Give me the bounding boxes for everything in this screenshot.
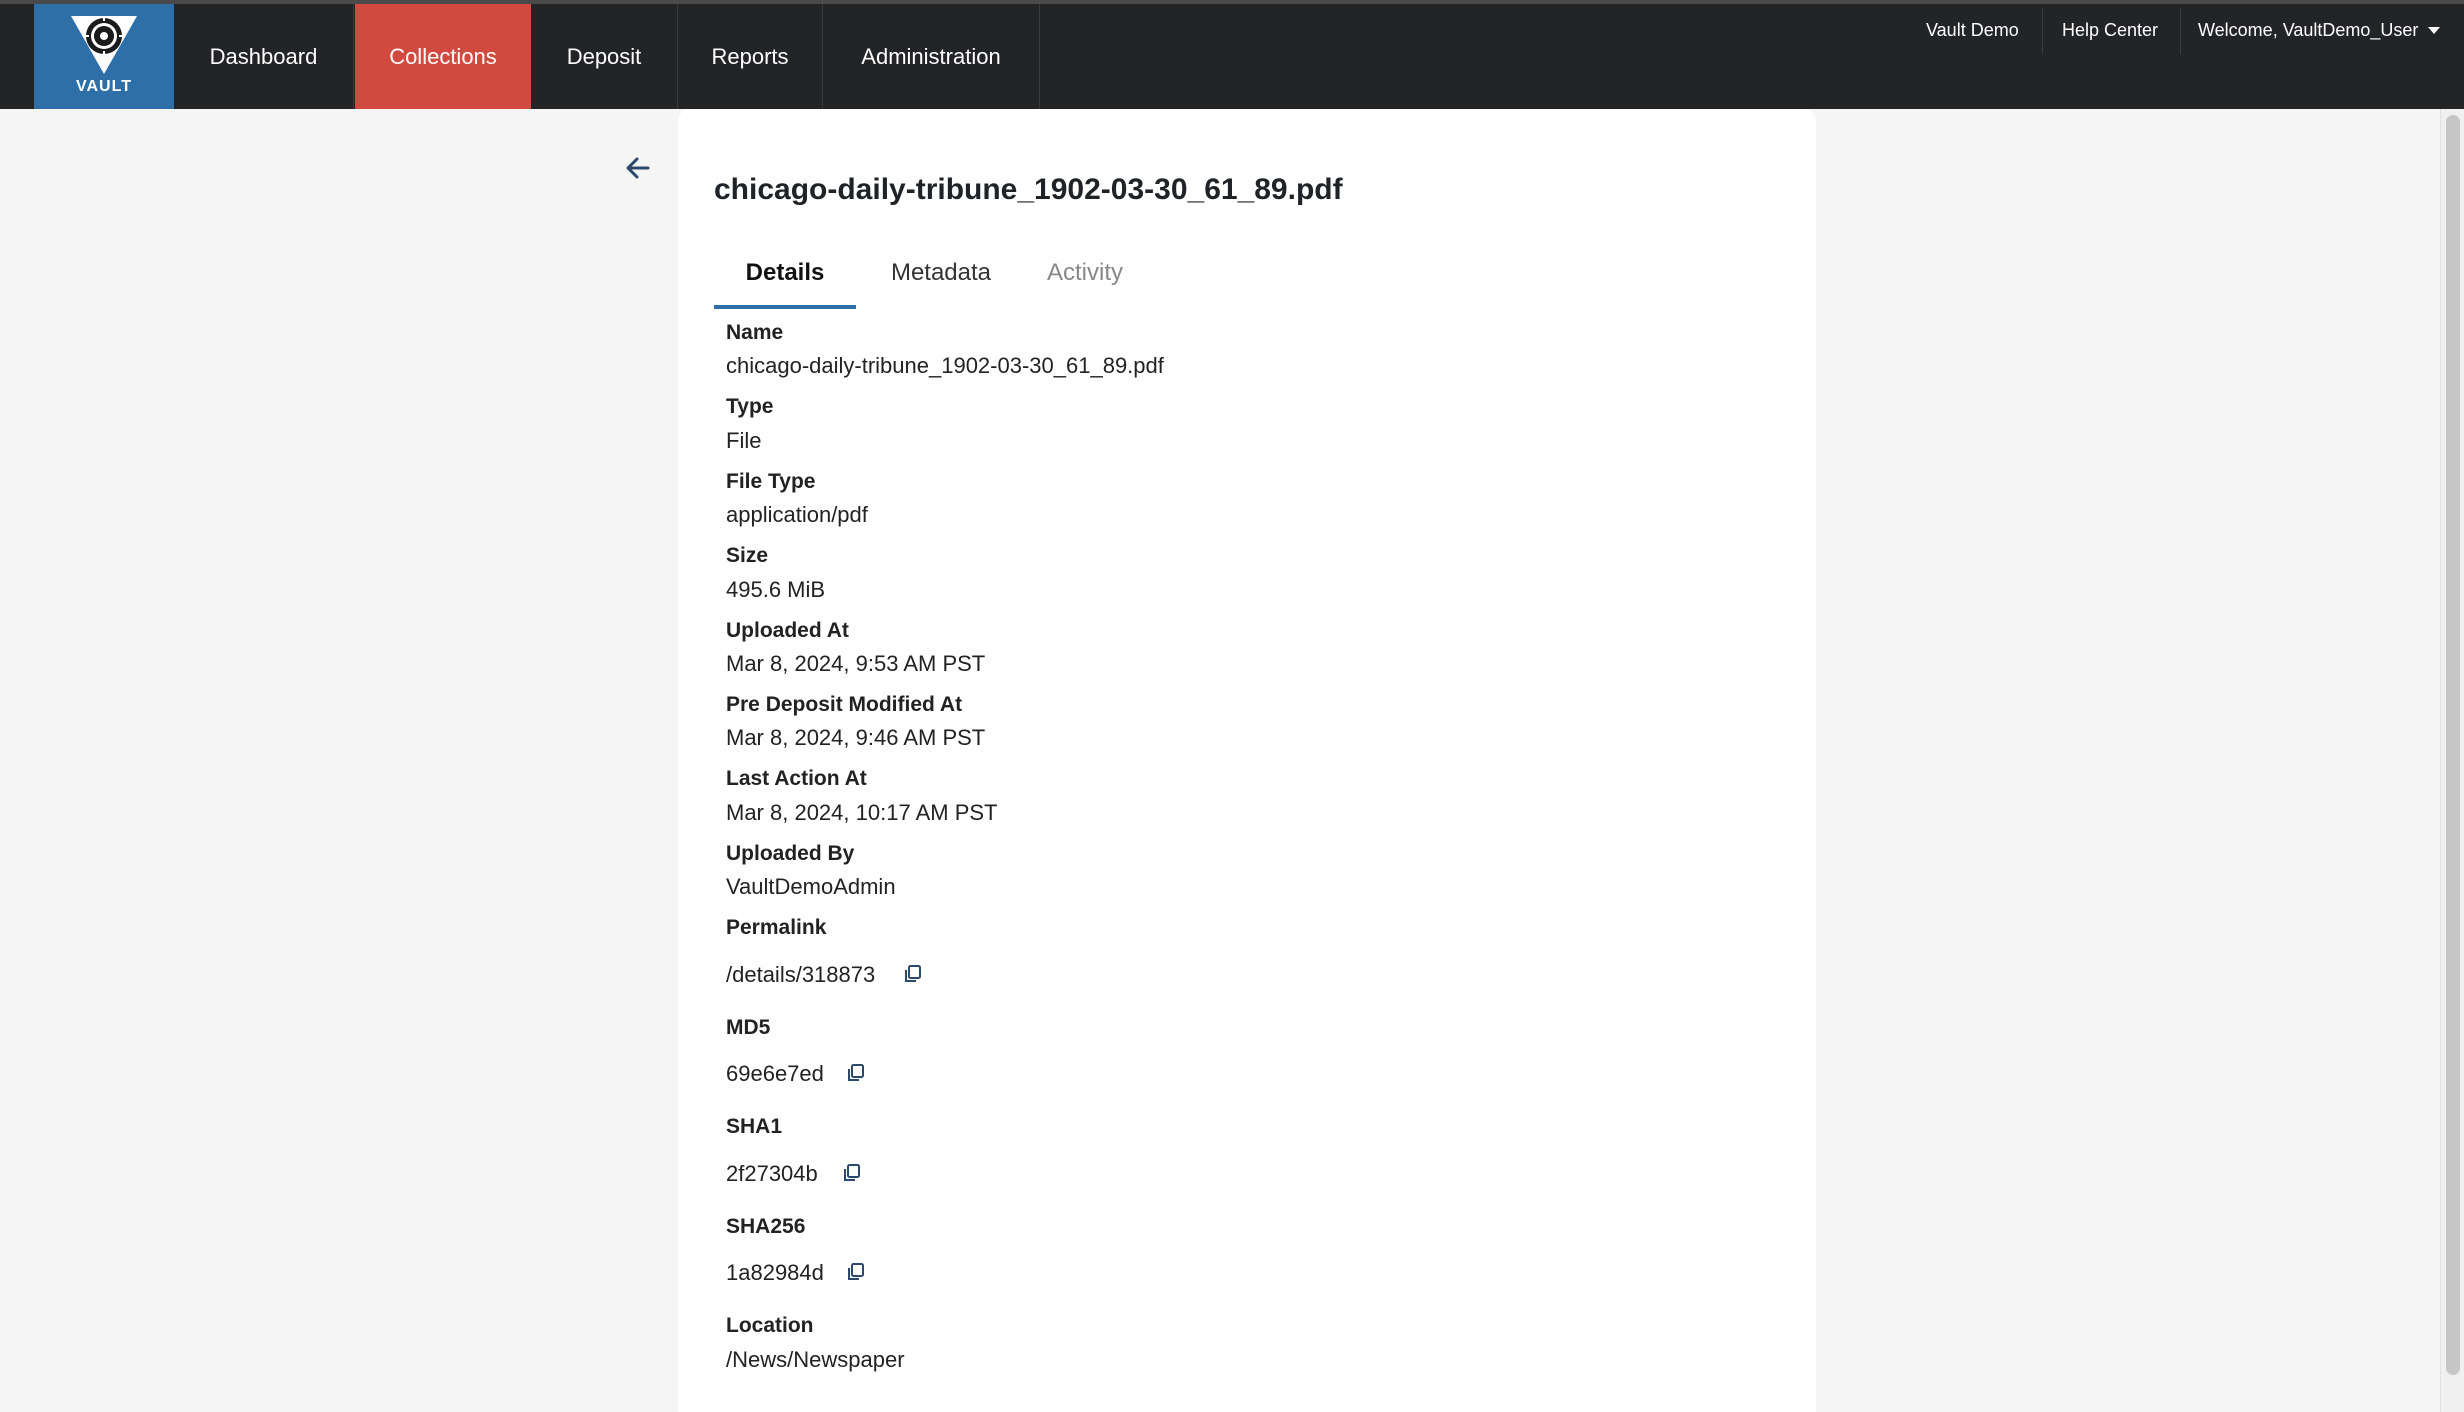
filetype-label: File Type — [726, 470, 816, 493]
utility-divider — [2180, 8, 2181, 54]
last-action-label: Last Action At — [726, 767, 867, 790]
vault-demo-label: Vault Demo — [1926, 19, 2019, 40]
size-label: Size — [726, 544, 769, 567]
nav-collections-label: Collections — [389, 43, 497, 69]
permalink-value[interactable]: /details/318873 — [726, 962, 875, 988]
copy-md5-icon[interactable] — [845, 1062, 867, 1084]
vault-shield-icon — [71, 16, 137, 74]
copy-sha256-icon[interactable] — [845, 1261, 867, 1283]
location-value: /News/Newspaper — [726, 1347, 905, 1372]
scrollbar-thumb[interactable] — [2446, 115, 2460, 1375]
tab-details-label: Details — [745, 259, 825, 286]
details-panel: chicago-daily-tribune_1902-03-30_61_89.p… — [678, 109, 1816, 1412]
nav-administration[interactable]: Administration — [823, 4, 1040, 109]
nav-administration-label: Administration — [861, 43, 1001, 69]
size-value: 495.6 MiB — [726, 577, 826, 602]
nav-deposit[interactable]: Deposit — [531, 4, 678, 109]
uploaded-at-label: Uploaded At — [726, 619, 849, 642]
uploaded-by-value: VaultDemoAdmin — [726, 874, 896, 899]
name-value: chicago-daily-tribune_1902-03-30_61_89.p… — [726, 353, 1164, 378]
utility-divider — [2042, 8, 2043, 54]
sha256-label: SHA256 — [726, 1215, 806, 1238]
logo-text: VAULT — [76, 78, 132, 95]
pre-deposit-label: Pre Deposit Modified At — [726, 693, 963, 716]
permalink-label: Permalink — [726, 916, 827, 939]
uploaded-at-value: Mar 8, 2024, 9:53 AM PST — [726, 651, 986, 676]
top-navbar: VAULT Dashboard Collections Deposit Repo… — [0, 4, 2464, 109]
help-center-link[interactable]: Help Center — [2062, 14, 2158, 46]
pre-deposit-value: Mar 8, 2024, 9:46 AM PST — [726, 725, 986, 750]
arrow-left-icon[interactable] — [622, 152, 654, 184]
type-label: Type — [726, 395, 774, 418]
type-value: File — [726, 428, 762, 453]
location-label: Location — [726, 1314, 814, 1337]
tab-details[interactable]: Details — [714, 249, 856, 309]
help-center-label: Help Center — [2062, 19, 2159, 40]
sha1-label: SHA1 — [726, 1115, 783, 1138]
vertical-scrollbar[interactable] — [2440, 109, 2464, 1412]
page-title: chicago-daily-tribune_1902-03-30_61_89.p… — [714, 173, 1343, 206]
vault-logo[interactable]: VAULT — [34, 4, 174, 109]
uploaded-by-label: Uploaded By — [726, 842, 855, 865]
nav-dashboard[interactable]: Dashboard — [174, 4, 354, 109]
nav-reports-label: Reports — [711, 43, 789, 69]
md5-label: MD5 — [726, 1016, 771, 1039]
tab-activity-label: Activity — [1046, 259, 1123, 286]
copy-permalink-icon[interactable] — [902, 963, 924, 985]
name-label: Name — [726, 321, 784, 344]
copy-sha1-icon[interactable] — [841, 1162, 863, 1184]
tab-metadata[interactable]: Metadata — [862, 249, 1020, 309]
nav-reports[interactable]: Reports — [678, 4, 823, 109]
welcome-user-label: Welcome, VaultDemo_User — [2198, 19, 2419, 40]
caret-down-icon — [2428, 26, 2441, 34]
nav-dashboard-label: Dashboard — [209, 43, 318, 69]
filetype-value: application/pdf — [726, 502, 868, 527]
sha1-value: 2f27304b — [726, 1161, 818, 1186]
tab-metadata-label: Metadata — [890, 259, 992, 286]
md5-value: 69e6e7ed — [726, 1061, 824, 1086]
user-menu[interactable]: Welcome, VaultDemo_User — [2198, 14, 2441, 46]
tab-activity[interactable]: Activity — [1020, 249, 1150, 309]
last-action-value: Mar 8, 2024, 10:17 AM PST — [726, 800, 998, 825]
nav-collections[interactable]: Collections — [355, 4, 531, 109]
nav-deposit-label: Deposit — [566, 43, 642, 69]
sha256-value: 1a82984d — [726, 1260, 824, 1285]
vault-demo-link[interactable]: Vault Demo — [1926, 14, 2019, 46]
